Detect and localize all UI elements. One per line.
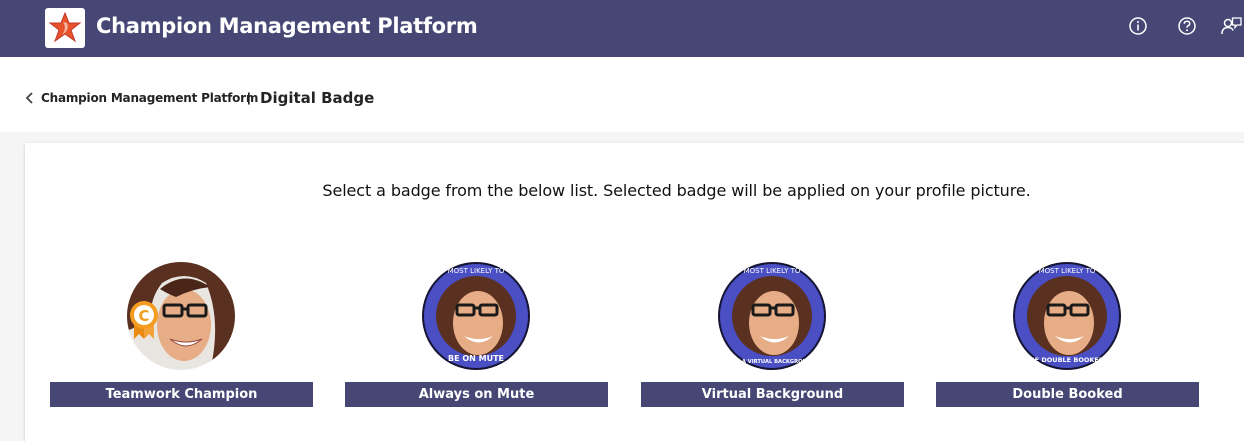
badge-virtual-background[interactable]: MOST LIKELY TO USE A VIRTUAL BACKGROUND …	[641, 261, 904, 408]
svg-text:C: C	[138, 307, 149, 325]
champion-medal-icon: C	[130, 301, 158, 339]
info-icon[interactable]	[1128, 16, 1148, 36]
app-title: Champion Management Platform	[96, 14, 478, 38]
star-logo-icon	[48, 11, 82, 43]
badge-teamwork-champion[interactable]: C Teamwork Champion	[50, 261, 313, 408]
breadcrumb-separator: |	[247, 90, 251, 105]
badge-label[interactable]: Teamwork Champion	[50, 382, 313, 407]
svg-text:BE DOUBLE BOOKED: BE DOUBLE BOOKED	[1030, 356, 1105, 364]
badge-image-always-on-mute[interactable]: MOST LIKELY TO BE ON MUTE	[421, 261, 531, 371]
breadcrumb-parent-link[interactable]: Champion Management Platform	[41, 91, 258, 105]
badge-double-booked[interactable]: MOST LIKELY TO BE DOUBLE BOOKED Double B…	[936, 261, 1199, 408]
svg-text:MOST LIKELY TO: MOST LIKELY TO	[448, 267, 505, 275]
badge-image-teamwork-champion[interactable]: C	[126, 261, 236, 371]
breadcrumb: Champion Management Platform | Digital B…	[0, 57, 1244, 132]
help-icon[interactable]	[1177, 16, 1197, 36]
svg-text:USE A VIRTUAL BACKGROUND: USE A VIRTUAL BACKGROUND	[729, 359, 817, 365]
app-header: Champion Management Platform	[0, 0, 1244, 57]
page-title: Digital Badge	[260, 89, 375, 107]
feedback-icon[interactable]	[1220, 16, 1242, 36]
badge-selection-card: Select a badge from the below list. Sele…	[25, 143, 1244, 441]
app-logo	[45, 8, 85, 48]
svg-text:BE ON MUTE: BE ON MUTE	[448, 354, 504, 363]
svg-text:MOST LIKELY TO: MOST LIKELY TO	[744, 267, 801, 275]
badge-label[interactable]: Double Booked	[936, 382, 1199, 407]
chevron-left-icon[interactable]	[24, 91, 36, 105]
badge-image-virtual-background[interactable]: MOST LIKELY TO USE A VIRTUAL BACKGROUND	[717, 261, 827, 371]
badge-always-on-mute[interactable]: MOST LIKELY TO BE ON MUTE Always on Mute	[345, 261, 608, 408]
badge-image-double-booked[interactable]: MOST LIKELY TO BE DOUBLE BOOKED	[1012, 261, 1122, 371]
instruction-text: Select a badge from the below list. Sele…	[322, 181, 1031, 200]
badge-label[interactable]: Virtual Background	[641, 382, 904, 407]
badge-label[interactable]: Always on Mute	[345, 382, 608, 407]
svg-text:MOST LIKELY TO: MOST LIKELY TO	[1039, 267, 1096, 275]
